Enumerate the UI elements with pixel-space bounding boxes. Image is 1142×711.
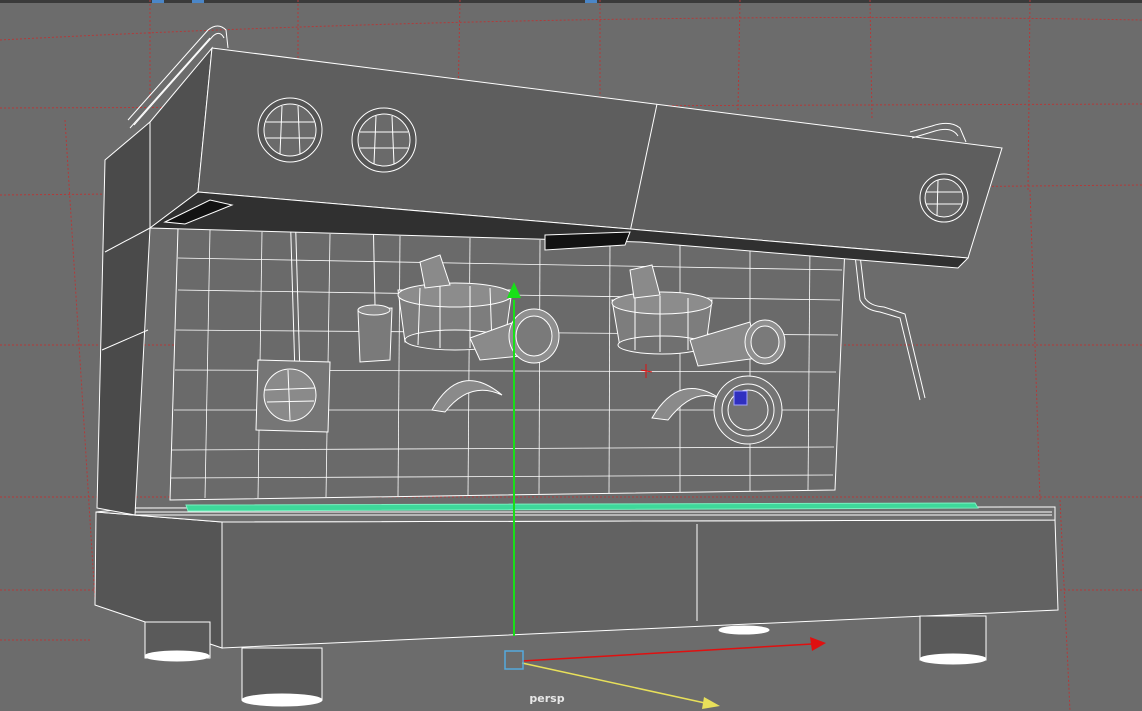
scene-canvas[interactable] <box>0 0 1142 711</box>
knob-3[interactable] <box>919 173 969 223</box>
front-gauge[interactable] <box>713 375 783 445</box>
knob-2[interactable] <box>351 107 417 173</box>
center-move-handle[interactable] <box>504 650 524 670</box>
z-axis-arrow[interactable] <box>702 697 720 709</box>
camera-name-label: persp <box>529 692 565 705</box>
maya-perspective-viewport[interactable]: persp <box>0 0 1142 711</box>
x-axis-arrow[interactable] <box>810 637 826 651</box>
machine-base[interactable] <box>94 506 1059 649</box>
steam-wand-right[interactable] <box>854 254 926 401</box>
x-axis-handle[interactable] <box>521 643 813 662</box>
machine-side-panel[interactable] <box>96 120 151 516</box>
knob-1[interactable] <box>257 97 323 163</box>
